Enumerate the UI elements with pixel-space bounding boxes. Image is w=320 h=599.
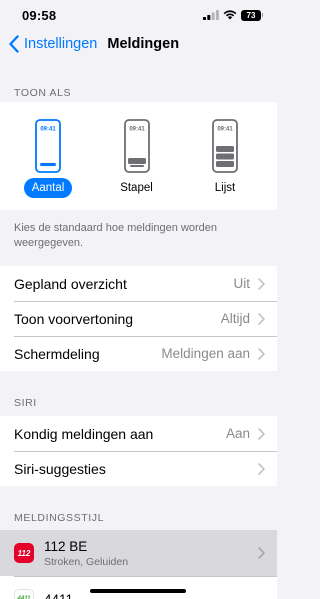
row-label: Toon voorvertoning <box>14 310 134 327</box>
chevron-right-icon <box>258 347 265 360</box>
phone-time-label: 09:41 <box>129 127 145 133</box>
display-as-footer: Kies de standaard hoe meldingen worden w… <box>14 222 218 249</box>
scheduled-summary-row[interactable]: Gepland overzicht Uit <box>0 266 277 301</box>
page-title: Meldingen <box>107 36 180 52</box>
chevron-right-icon <box>258 427 265 440</box>
chevron-right-icon <box>258 547 265 559</box>
phone-list-icon: 09:41 <box>212 119 238 173</box>
display-as-header: TOON ALS <box>14 87 72 99</box>
notification-style-header: MELDINGSSTIJL <box>14 512 105 524</box>
row-value: Meldingen aan <box>161 346 250 361</box>
status-time: 09:58 <box>22 7 57 23</box>
app-name: 112 BE <box>44 538 88 554</box>
chevron-right-icon <box>258 312 265 325</box>
app-icon-text: 112 <box>17 548 31 558</box>
home-indicator[interactable] <box>90 589 186 593</box>
siri-header: SIRI <box>14 397 37 409</box>
row-label: Schermdeling <box>14 345 100 362</box>
status-bar: 09:58 73 <box>0 0 277 30</box>
display-option-stack[interactable]: 09:41 Stapel <box>109 119 165 198</box>
app-row-112-be[interactable]: 112 112 BE Stroken, Geluiden <box>0 530 277 576</box>
chevron-right-icon <box>258 277 265 290</box>
back-label: Instellingen <box>24 36 98 52</box>
siri-suggestions-row[interactable]: Siri-suggesties <box>0 451 277 486</box>
phone-count-icon: 09:41 <box>35 119 61 173</box>
wifi-icon <box>223 10 237 20</box>
display-option-count[interactable]: 09:41 Aantal <box>20 119 76 198</box>
announce-notifications-row[interactable]: Kondig meldingen aan Aan <box>0 416 277 451</box>
app-icon-112-be: 112 <box>14 543 34 563</box>
chevron-right-icon <box>258 462 265 475</box>
show-previews-row[interactable]: Toon voorvertoning Altijd <box>0 301 277 336</box>
row-value: Altijd <box>220 311 250 326</box>
app-subtitle: Stroken, Geluiden <box>44 555 129 568</box>
row-label: Kondig meldingen aan <box>14 425 154 442</box>
option-label-count: Aantal <box>23 178 73 198</box>
navigation-bar: Instellingen Meldingen <box>0 30 277 58</box>
battery-level: 73 <box>246 10 256 20</box>
phone-time-label: 09:41 <box>217 127 233 133</box>
status-icons: 73 <box>203 9 263 21</box>
option-label-list: Lijst <box>214 182 236 194</box>
display-style-card: 09:41 Aantal 09:41 Stapel 09:41 Lijst <box>0 102 277 210</box>
display-option-list[interactable]: 09:41 Lijst <box>197 119 253 198</box>
row-label: Siri-suggesties <box>14 460 106 477</box>
phone-time-label: 09:41 <box>40 127 56 133</box>
app-icon-4411: 4411 <box>14 589 34 599</box>
row-value: Aan <box>225 426 250 441</box>
siri-card: Kondig meldingen aan Aan Siri-suggesties <box>0 416 277 486</box>
back-button[interactable]: Instellingen <box>8 35 97 53</box>
option-label-stack: Stapel <box>120 182 153 194</box>
row-label: Gepland overzicht <box>14 275 127 292</box>
screen-sharing-row[interactable]: Schermdeling Meldingen aan <box>0 336 277 371</box>
row-value: Uit <box>233 276 251 291</box>
phone-stack-icon: 09:41 <box>123 119 150 173</box>
general-settings-card: Gepland overzicht Uit Toon voorvertoning… <box>0 266 277 371</box>
app-row-4411[interactable]: 4411 4411 <box>0 576 277 599</box>
battery-icon: 73 <box>241 9 263 21</box>
chevron-left-icon <box>9 35 19 53</box>
cellular-signal-icon <box>203 10 219 20</box>
